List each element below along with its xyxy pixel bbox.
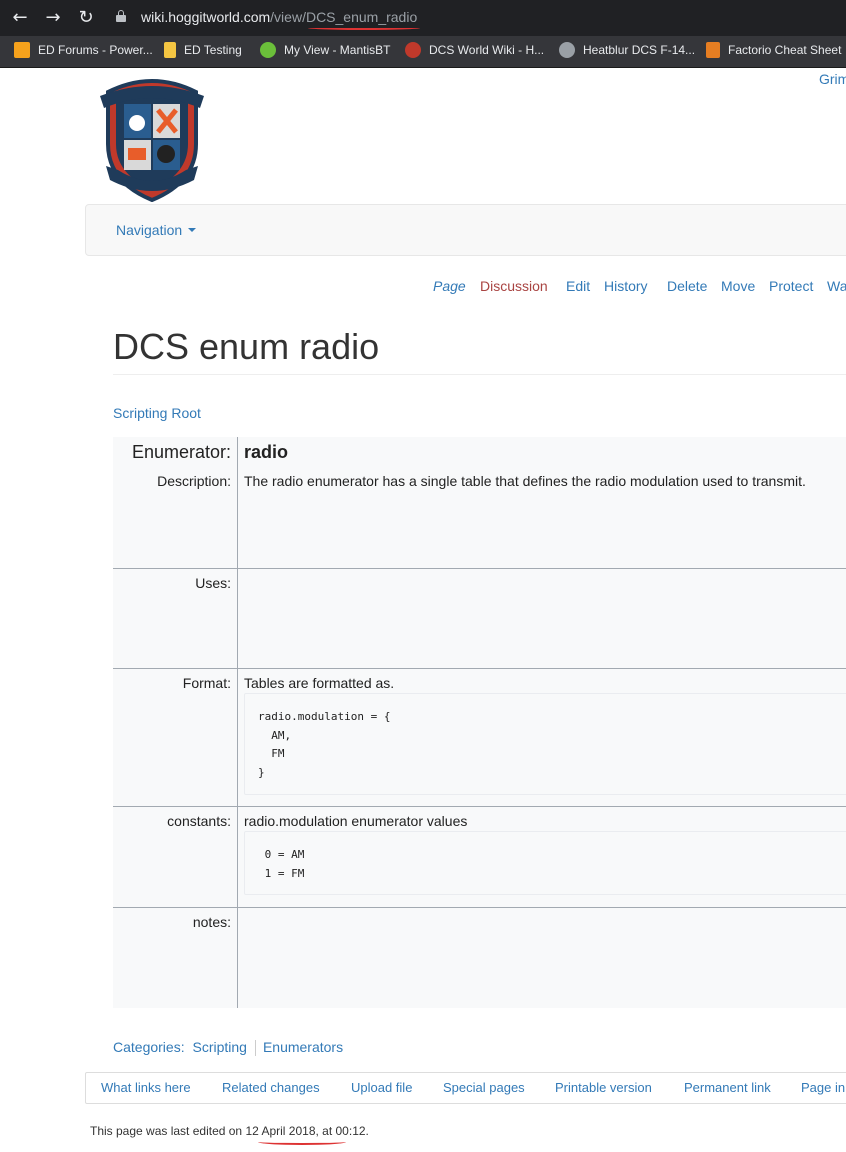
- upload-file-link[interactable]: Upload file: [351, 1080, 412, 1095]
- tab-page[interactable]: Page: [433, 278, 466, 294]
- bookmark-label: Heatblur DCS F-14...: [583, 43, 696, 57]
- enumerator-label: Enumerator:: [131, 442, 231, 462]
- enumerator-value: radio: [244, 442, 289, 462]
- last-edited-date: 12 April 2018: [245, 1124, 316, 1138]
- table-row-format: Format: Tables are formatted as. radio.m…: [113, 668, 846, 806]
- bookmark-dcs-wiki[interactable]: DCS World Wiki - H...: [405, 36, 544, 68]
- factorio-icon: [706, 41, 720, 58]
- url-path: /view/DCS_enum_radio: [270, 9, 418, 25]
- uses-label: Uses:: [195, 575, 231, 591]
- last-edited-notice: This page was last edited on 12 April 20…: [90, 1124, 369, 1138]
- breadcrumb-scripting-root[interactable]: Scripting Root: [113, 405, 201, 421]
- constants-label: constants:: [167, 813, 231, 829]
- categories-label[interactable]: Categories:: [113, 1039, 185, 1055]
- back-arrow-icon[interactable]: ←: [8, 6, 32, 30]
- related-changes-link[interactable]: Related changes: [222, 1080, 320, 1095]
- page-info-link[interactable]: Page in: [801, 1080, 845, 1095]
- table-row-notes: notes:: [113, 907, 846, 1008]
- special-pages-link[interactable]: Special pages: [443, 1080, 525, 1095]
- move-link[interactable]: Move: [721, 278, 755, 294]
- navigation-dropdown[interactable]: Navigation: [116, 222, 197, 238]
- edit-link[interactable]: Edit: [566, 278, 590, 294]
- table-row-constants: constants: radio.modulation enumerator v…: [113, 806, 846, 907]
- format-label: Format:: [182, 675, 231, 691]
- note-icon: [164, 41, 176, 58]
- bookmark-ed-testing[interactable]: ED Testing: [164, 36, 242, 68]
- lock-icon: [116, 10, 126, 22]
- watch-link[interactable]: Wa: [827, 278, 846, 294]
- bookmark-label: DCS World Wiki - H...: [429, 43, 545, 57]
- browser-toolbar: ← → ↻ wiki.hoggitworld.com/view/DCS_enum…: [0, 0, 846, 36]
- user-menu-link[interactable]: Grim: [819, 71, 846, 87]
- bookmark-heatblur[interactable]: Heatblur DCS F-14...: [559, 36, 695, 68]
- protect-link[interactable]: Protect: [769, 278, 813, 294]
- footer-toolbox: What links here Related changes Upload f…: [85, 1072, 846, 1104]
- reload-icon[interactable]: ↻: [74, 6, 98, 30]
- globe-icon: [559, 41, 575, 58]
- table-row-uses: Uses:: [113, 568, 846, 668]
- bookmarks-bar: ED Forums - Power... ED Testing My View …: [0, 36, 846, 68]
- notes-label: notes:: [192, 914, 231, 930]
- ed-forums-icon: [14, 41, 30, 58]
- format-code: radio.modulation = { AM, FM }: [258, 710, 391, 779]
- bookmark-label: ED Forums - Power...: [38, 43, 153, 57]
- page-title: DCS enum radio: [113, 326, 380, 367]
- bookmark-label: Factorio Cheat Sheet: [728, 43, 842, 57]
- navigation-dropdown-label: Navigation: [116, 222, 183, 238]
- last-edited-prefix: This page was last edited on: [90, 1124, 246, 1138]
- constants-code-block: 0 = AM 1 = FM: [244, 831, 846, 895]
- bookmark-label: My View - MantisBT: [284, 43, 391, 57]
- permanent-link[interactable]: Permanent link: [684, 1080, 771, 1095]
- delete-link[interactable]: Delete: [667, 278, 707, 294]
- bookmark-mantisbt[interactable]: My View - MantisBT: [260, 36, 390, 68]
- main-navbar: Navigation: [85, 204, 846, 256]
- hoggit-logo[interactable]: [96, 74, 208, 202]
- bookmark-factorio[interactable]: Factorio Cheat Sheet: [706, 36, 841, 68]
- last-edited-suffix: , at 00:12.: [315, 1124, 369, 1138]
- url-text[interactable]: wiki.hoggitworld.com/view/DCS_enum_radio: [141, 9, 417, 25]
- category-scripting[interactable]: Scripting: [192, 1039, 246, 1055]
- forward-arrow-icon[interactable]: →: [41, 6, 65, 30]
- category-links: Categories: Scripting Enumerators: [113, 1039, 343, 1057]
- table-row-enumerator: Enumerator: radio Description: The radio…: [113, 437, 846, 568]
- tab-discussion[interactable]: Discussion: [480, 278, 548, 294]
- hoggit-icon: [405, 41, 421, 58]
- date-annotation-underline: [258, 1139, 346, 1145]
- category-separator: [254, 1040, 256, 1057]
- enum-info-table: Enumerator: radio Description: The radio…: [113, 437, 846, 1008]
- description-label: Description:: [157, 473, 231, 489]
- url-annotation-underline: [308, 26, 420, 30]
- history-link[interactable]: History: [604, 278, 648, 294]
- constants-value: radio.modulation enumerator values: [244, 813, 468, 829]
- title-divider: [113, 374, 846, 375]
- category-enumerators[interactable]: Enumerators: [263, 1039, 343, 1055]
- printable-version-link[interactable]: Printable version: [555, 1080, 652, 1095]
- url-host: wiki.hoggitworld.com: [141, 9, 271, 25]
- caret-down-icon: [188, 228, 197, 233]
- what-links-here-link[interactable]: What links here: [101, 1080, 191, 1095]
- bookmark-label: ED Testing: [184, 43, 242, 57]
- format-code-block: radio.modulation = { AM, FM }: [244, 693, 846, 795]
- mantis-icon: [260, 41, 276, 58]
- format-value: Tables are formatted as.: [244, 675, 395, 691]
- bookmark-ed-forums[interactable]: ED Forums - Power...: [14, 36, 153, 68]
- constants-code: 0 = AM 1 = FM: [264, 848, 305, 880]
- description-value: The radio enumerator has a single table …: [244, 473, 806, 489]
